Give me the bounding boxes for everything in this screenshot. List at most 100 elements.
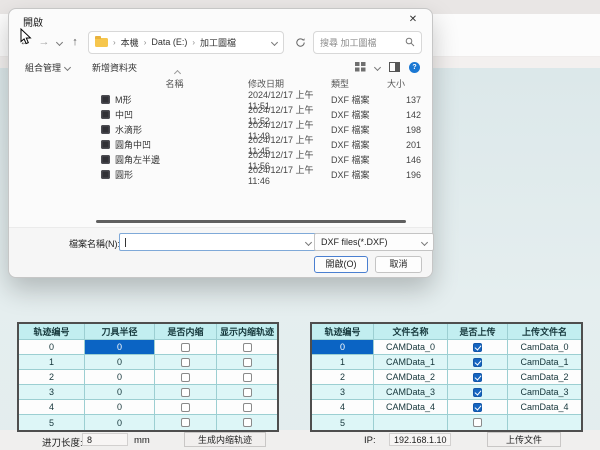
table-row: 4 0 xyxy=(19,400,277,415)
inset-checkbox[interactable] xyxy=(181,388,190,397)
trajectory-id-cell[interactable]: 4 xyxy=(19,400,85,415)
close-icon[interactable]: ✕ xyxy=(404,12,422,28)
help-icon[interactable]: ? xyxy=(409,62,420,73)
new-folder-button[interactable]: 新增資料夾 xyxy=(92,61,137,74)
breadcrumb-this-pc[interactable]: 本機 xyxy=(121,36,139,49)
inset-checkbox[interactable] xyxy=(181,358,190,367)
table-row: 1 0 xyxy=(19,355,277,370)
dxf-file-icon xyxy=(101,140,110,149)
file-name-cell[interactable] xyxy=(374,415,448,430)
inset-checkbox[interactable] xyxy=(181,373,190,382)
breadcrumb[interactable]: › 本機 › Data (E:) › 加工圖檔 xyxy=(88,31,284,54)
trajectory-id-cell[interactable]: 2 xyxy=(312,370,374,385)
dialog-command-bar: 組合管理 新增資料夾 ? xyxy=(25,59,420,75)
trajectory-table-header: 轨迹编号 刀具半径 是否内缩 显示内缩轨迹 xyxy=(19,324,277,340)
show-inset-checkbox[interactable] xyxy=(243,373,252,382)
upload-checkbox[interactable] xyxy=(473,403,482,412)
table-row: 0 CAMData_0 CamData_0 xyxy=(312,340,581,355)
upload-checkbox[interactable] xyxy=(473,343,482,352)
filename-dropdown-icon[interactable] xyxy=(305,238,312,245)
upload-name-cell[interactable]: CamData_1 xyxy=(508,355,581,370)
up-icon[interactable]: ↑ xyxy=(69,36,81,48)
open-button[interactable]: 開啟(O) xyxy=(314,256,368,273)
refresh-icon[interactable] xyxy=(295,37,306,48)
trajectory-id-cell[interactable]: 1 xyxy=(312,355,374,370)
preview-pane-icon[interactable] xyxy=(389,62,400,72)
recent-locations-chevron-icon[interactable] xyxy=(56,38,63,45)
upload-checkbox[interactable] xyxy=(473,373,482,382)
column-header-size[interactable]: 大小 xyxy=(371,77,421,90)
show-inset-checkbox[interactable] xyxy=(243,358,252,367)
breadcrumb-dropdown-icon[interactable] xyxy=(271,38,278,45)
file-name-cell[interactable]: CAMData_0 xyxy=(374,340,448,355)
tool-radius-cell[interactable]: 0 xyxy=(85,370,155,385)
file-list: M形 2024/12/17 上午 11:51 DXF 檔案 137 中凹 202… xyxy=(101,92,421,182)
organize-chevron-icon[interactable] xyxy=(64,63,71,70)
tool-radius-cell-selected[interactable]: 0 xyxy=(85,340,155,355)
filetype-dropdown-icon[interactable] xyxy=(421,238,428,245)
breadcrumb-current-folder[interactable]: 加工圖檔 xyxy=(200,36,236,49)
column-header-type[interactable]: 類型 xyxy=(331,77,371,90)
breadcrumb-separator: › xyxy=(192,38,195,47)
trajectory-id-cell[interactable]: 0 xyxy=(19,340,85,355)
forward-icon[interactable]: → xyxy=(38,36,50,48)
file-name-cell[interactable]: CAMData_2 xyxy=(374,370,448,385)
show-inset-checkbox[interactable] xyxy=(243,418,252,427)
table-row: 2 CAMData_2 CamData_2 xyxy=(312,370,581,385)
feed-length-input[interactable]: 8 xyxy=(82,433,128,446)
dialog-nav-row: ← → ↑ › 本機 › Data (E:) › 加工圖檔 搜尋 加工圖檔 xyxy=(19,30,422,54)
folder-icon xyxy=(95,38,108,47)
upload-checkbox[interactable] xyxy=(473,358,482,367)
file-name-cell[interactable]: CAMData_3 xyxy=(374,385,448,400)
cancel-button[interactable]: 取消 xyxy=(375,256,422,273)
column-header-name[interactable]: 名稱 xyxy=(101,77,248,90)
search-input[interactable]: 搜尋 加工圖檔 xyxy=(313,31,422,54)
dxf-file-icon xyxy=(101,110,110,119)
sort-ascending-icon xyxy=(173,70,180,77)
ip-input[interactable]: 192.168.1.10 xyxy=(389,433,451,446)
file-name-cell[interactable]: CAMData_4 xyxy=(374,400,448,415)
show-inset-checkbox[interactable] xyxy=(243,388,252,397)
inset-checkbox[interactable] xyxy=(181,403,190,412)
table-row: 3 0 xyxy=(19,385,277,400)
view-chevron-icon[interactable] xyxy=(374,63,381,70)
mouse-cursor xyxy=(20,28,32,45)
upload-name-cell[interactable]: CamData_2 xyxy=(508,370,581,385)
filename-input[interactable] xyxy=(119,233,317,251)
upload-name-cell[interactable]: CamData_4 xyxy=(508,400,581,415)
upload-name-cell[interactable]: CamData_0 xyxy=(508,340,581,355)
upload-checkbox[interactable] xyxy=(473,418,482,427)
tool-radius-cell[interactable]: 0 xyxy=(85,385,155,400)
trajectory-id-cell[interactable]: 4 xyxy=(312,400,374,415)
inset-checkbox[interactable] xyxy=(181,343,190,352)
dxf-file-icon xyxy=(101,155,110,164)
upload-name-cell[interactable] xyxy=(508,415,581,430)
table-row: 2 0 xyxy=(19,370,277,385)
view-grid-icon[interactable] xyxy=(355,62,366,72)
upload-checkbox[interactable] xyxy=(473,388,482,397)
generate-inset-button[interactable]: 生成内缩轨迹 xyxy=(184,432,266,447)
file-row[interactable]: 圓形 2024/12/17 上午 11:46 DXF 檔案 196 xyxy=(101,167,421,182)
organize-button[interactable]: 組合管理 xyxy=(25,61,61,74)
filetype-select[interactable]: DXF files(*.DXF) xyxy=(314,233,434,251)
table-row: 5 0 xyxy=(19,415,277,430)
upload-name-cell[interactable]: CamData_3 xyxy=(508,385,581,400)
trajectory-id-cell[interactable]: 3 xyxy=(19,385,85,400)
show-inset-checkbox[interactable] xyxy=(243,343,252,352)
trajectory-id-cell[interactable]: 1 xyxy=(19,355,85,370)
breadcrumb-separator: › xyxy=(113,38,116,47)
tool-radius-cell[interactable]: 0 xyxy=(85,400,155,415)
horizontal-scrollbar[interactable] xyxy=(96,220,406,223)
file-name-cell[interactable]: CAMData_1 xyxy=(374,355,448,370)
breadcrumb-drive[interactable]: Data (E:) xyxy=(151,37,187,47)
inset-checkbox[interactable] xyxy=(181,418,190,427)
trajectory-id-cell-selected[interactable]: 0 xyxy=(312,340,374,355)
trajectory-id-cell[interactable]: 5 xyxy=(312,415,374,430)
tool-radius-cell[interactable]: 0 xyxy=(85,415,155,430)
trajectory-id-cell[interactable]: 3 xyxy=(312,385,374,400)
trajectory-id-cell[interactable]: 5 xyxy=(19,415,85,430)
tool-radius-cell[interactable]: 0 xyxy=(85,355,155,370)
show-inset-checkbox[interactable] xyxy=(243,403,252,412)
trajectory-id-cell[interactable]: 2 xyxy=(19,370,85,385)
upload-files-button[interactable]: 上传文件 xyxy=(487,432,561,447)
